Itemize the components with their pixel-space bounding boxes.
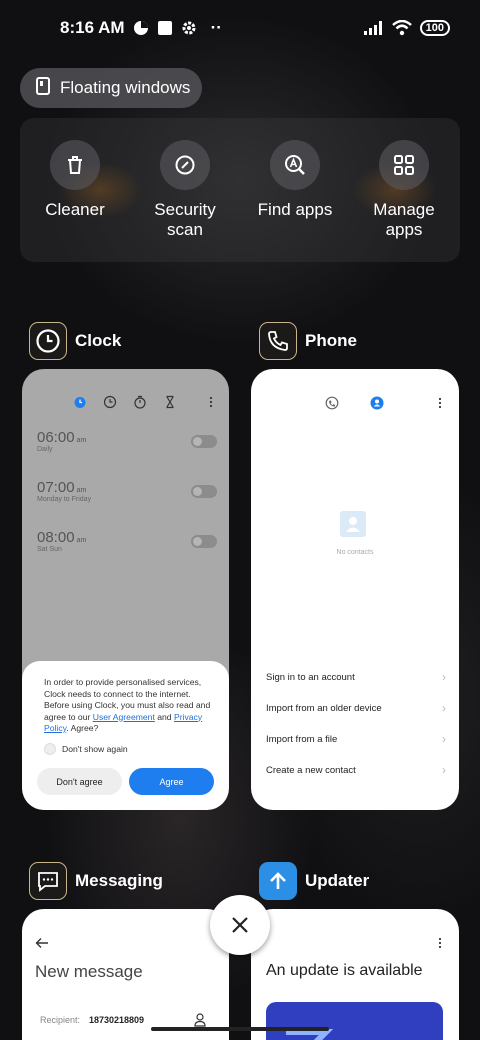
recipient-field[interactable]: 18730218809 [89, 1015, 144, 1025]
menu-label: Import from a file [266, 734, 338, 745]
signal-icon [363, 21, 384, 35]
agree-button[interactable]: Agree [129, 768, 214, 795]
chevron-right-icon: › [442, 763, 446, 777]
clock-app-header[interactable]: Clock [29, 322, 121, 360]
update-available-title: An update is available [266, 962, 423, 979]
updater-app-icon [259, 862, 297, 900]
find-apps-button[interactable]: Find apps [245, 140, 345, 220]
new-message-title: New message [35, 962, 143, 981]
floating-window-icon [36, 76, 50, 100]
phone-app-header[interactable]: Phone [259, 322, 357, 360]
phone-app-name: Phone [305, 331, 357, 350]
home-indicator[interactable] [151, 1027, 329, 1031]
cleaner-label: Cleaner [45, 200, 105, 219]
menu-label: Create a new contact [266, 765, 356, 776]
messaging-app-card[interactable]: New message Recipient: 18730218809 [22, 909, 229, 1040]
create-contact-item[interactable]: Create a new contact › [266, 763, 446, 777]
dialog-message: In order to provide personalised service… [44, 677, 211, 733]
alarm-ampm: am [76, 437, 87, 444]
wifi-icon [391, 20, 412, 36]
phone-app-card[interactable]: No contacts Sign in to an account › Impor… [251, 369, 459, 810]
status-time: 8:16 AM [60, 18, 125, 37]
import-older-device-item[interactable]: Import from an older device › [266, 701, 446, 715]
messaging-app-name: Messaging [75, 871, 163, 890]
stopwatch-tab-icon[interactable] [133, 395, 147, 409]
no-contacts-text: No contacts [336, 549, 374, 556]
dont-show-again-checkbox[interactable] [44, 742, 56, 755]
square-notification-icon [157, 20, 173, 36]
menu-label: Sign in to an account [266, 672, 355, 683]
dont-show-again-option[interactable]: Don't show again [44, 742, 213, 755]
empty-contacts-icon [340, 511, 366, 537]
security-scan-button[interactable]: Security scan [135, 140, 235, 240]
close-icon [232, 917, 248, 933]
alarm-time: 06:00 [37, 429, 75, 446]
updater-app-card[interactable]: An update is available [251, 909, 459, 1040]
floating-windows-label: Floating windows [60, 78, 191, 97]
chevron-right-icon: › [442, 732, 446, 746]
manage-apps-icon [379, 140, 429, 190]
dont-agree-button[interactable]: Don't agree [37, 768, 122, 795]
alarm-time: 08:00 [37, 529, 75, 546]
recipient-label: Recipient: [40, 1015, 81, 1025]
more-options-icon[interactable] [204, 395, 218, 409]
alarm-repeat: Daily [37, 446, 53, 453]
clear-all-button[interactable] [210, 895, 270, 955]
timer-tab-icon[interactable] [163, 395, 177, 409]
gear-icon [181, 20, 197, 36]
alarm-tab-icon[interactable] [73, 395, 87, 409]
update-banner [266, 1002, 443, 1040]
phone-app-icon [259, 322, 297, 360]
app-notification-icon [133, 20, 149, 36]
more-options-icon[interactable] [433, 396, 447, 410]
cleaner-button[interactable]: Cleaner [25, 140, 125, 220]
clock-app-name: Clock [75, 331, 122, 350]
privacy-dialog: In order to provide personalised service… [22, 661, 229, 810]
sign-in-account-item[interactable]: Sign in to an account › [266, 670, 446, 684]
find-apps-label: Find apps [257, 200, 333, 219]
dont-show-again-label: Don't show again [62, 743, 128, 754]
user-agreement-link[interactable]: User Agreement [93, 712, 155, 722]
floating-windows-button[interactable]: Floating windows [20, 68, 202, 108]
battery-indicator: 100 [419, 20, 450, 36]
back-arrow-icon[interactable] [35, 937, 49, 949]
status-bar: 8:16 AM ·· 100 [0, 0, 480, 56]
manage-apps-button[interactable]: Manage apps [354, 140, 454, 240]
alarm-repeat: Sat Sun [37, 546, 62, 553]
security-scan-label: Security scan [154, 200, 216, 239]
clock-toolbar [22, 395, 229, 411]
world-clock-tab-icon[interactable] [103, 395, 117, 409]
alarm-toggle[interactable] [191, 435, 217, 448]
alarm-ampm: am [76, 537, 87, 544]
messaging-app-header[interactable]: Messaging [29, 862, 163, 900]
updater-app-header[interactable]: Updater [259, 862, 369, 900]
find-apps-icon [270, 140, 320, 190]
chevron-right-icon: › [442, 701, 446, 715]
more-notifications-icon: ·· [210, 18, 222, 37]
alarm-toggle[interactable] [191, 535, 217, 548]
alarm-toggle[interactable] [191, 485, 217, 498]
import-file-item[interactable]: Import from a file › [266, 732, 446, 746]
messaging-app-icon [29, 862, 67, 900]
quick-actions-panel: Cleaner Security scan Find apps Manage a… [20, 118, 460, 262]
clock-app-card[interactable]: 06:00 am Daily 07:00 am Monday to Friday 0… [22, 369, 229, 810]
more-options-icon[interactable] [433, 936, 447, 950]
alarm-item[interactable]: 06:00 am Daily [37, 429, 217, 453]
alarm-ampm: am [76, 487, 87, 494]
updater-app-name: Updater [305, 871, 370, 890]
alarm-repeat: Monday to Friday [37, 496, 92, 503]
security-scan-icon [160, 140, 210, 190]
chevron-right-icon: › [442, 670, 446, 684]
contact-picker-icon[interactable] [194, 1013, 206, 1027]
clock-app-icon [29, 322, 67, 360]
manage-apps-label: Manage apps [373, 200, 435, 239]
contacts-tab-icon[interactable] [370, 396, 384, 410]
alarm-time: 07:00 [37, 479, 75, 496]
alarm-item[interactable]: 07:00 am Monday to Friday [37, 479, 217, 503]
trash-icon [50, 140, 100, 190]
hyperos-logo-icon [286, 1029, 334, 1040]
alarm-item[interactable]: 08:00 am Sat Sun [37, 529, 217, 553]
menu-label: Import from an older device [266, 703, 382, 714]
recents-tab-icon[interactable] [325, 396, 339, 410]
